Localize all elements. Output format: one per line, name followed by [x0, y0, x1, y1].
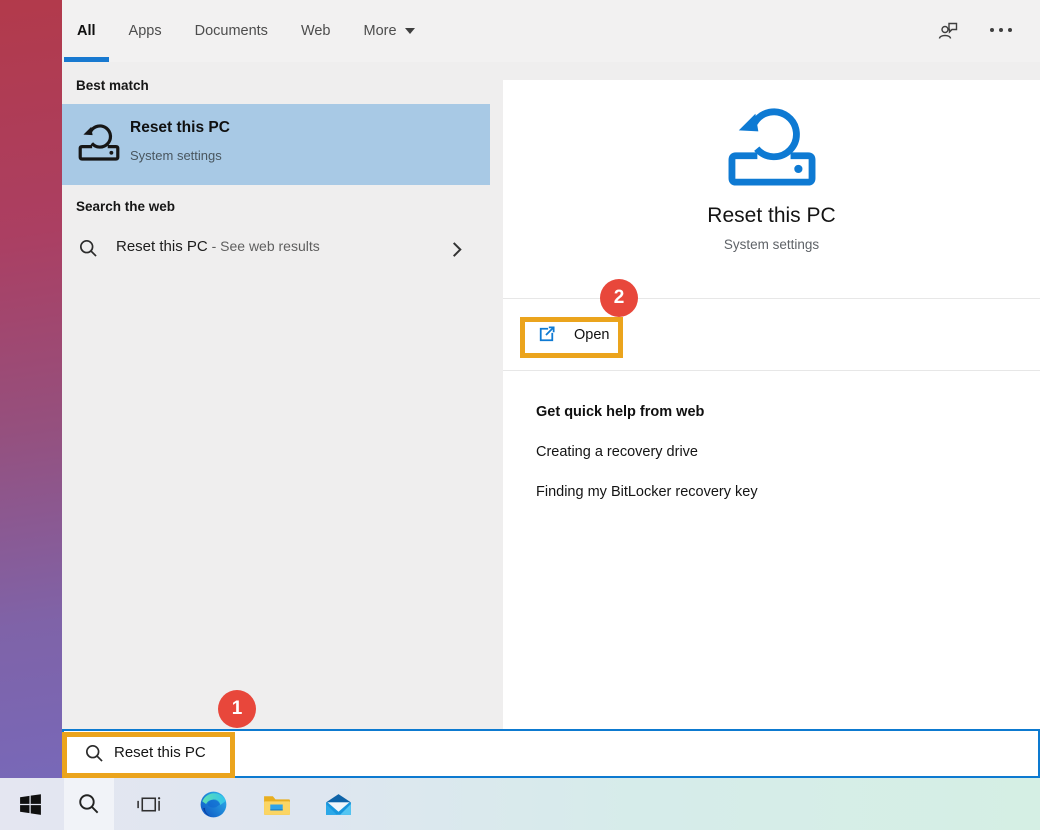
- task-view-icon: [135, 791, 162, 818]
- edge-browser-button[interactable]: [198, 778, 228, 830]
- web-search-result[interactable]: Reset this PC - See web results: [62, 225, 490, 273]
- mail-icon: [324, 792, 353, 817]
- tab-web[interactable]: Web: [301, 0, 331, 62]
- feedback-icon[interactable]: [936, 19, 960, 43]
- search-flyout: All Apps Documents Web More Best match R…: [62, 0, 1040, 778]
- windows-logo-icon: [18, 792, 43, 817]
- taskbar-search-input[interactable]: Reset this PC: [62, 729, 1040, 778]
- tab-apps-label: Apps: [129, 23, 162, 39]
- desktop-wallpaper-strip: [0, 0, 62, 778]
- best-match-header: Best match: [76, 78, 149, 93]
- web-result-query: Reset this PC: [116, 238, 208, 255]
- search-input-value: Reset this PC: [114, 744, 206, 761]
- preview-title: Reset this PC: [707, 204, 835, 228]
- search-the-web-header: Search the web: [76, 199, 175, 214]
- preview-panel: Reset this PC System settings Open Get q…: [503, 80, 1040, 729]
- tab-more[interactable]: More: [364, 0, 415, 62]
- tab-all-label: All: [77, 23, 96, 39]
- mail-button[interactable]: [322, 778, 354, 830]
- tab-list: All Apps Documents Web More: [77, 0, 415, 62]
- reset-pc-icon: [725, 104, 819, 188]
- chevron-down-icon: [405, 28, 415, 34]
- edge-browser-icon: [200, 791, 227, 818]
- tab-apps[interactable]: Apps: [129, 0, 162, 62]
- chevron-right-icon[interactable]: [446, 238, 468, 260]
- task-view-button[interactable]: [133, 778, 163, 830]
- tab-all[interactable]: All: [77, 0, 96, 62]
- help-link-recovery-drive[interactable]: Creating a recovery drive: [536, 444, 1040, 460]
- open-external-icon: [536, 324, 557, 345]
- search-icon: [77, 792, 101, 816]
- best-match-result-reset-this-pc[interactable]: Reset this PC System settings: [62, 104, 490, 185]
- tab-documents-label: Documents: [195, 23, 268, 39]
- reset-pc-icon: [77, 122, 121, 162]
- quick-help-header: Get quick help from web: [536, 404, 1040, 420]
- file-explorer-icon: [262, 792, 291, 817]
- search-icon: [78, 238, 99, 259]
- open-action-button[interactable]: Open: [503, 298, 1040, 371]
- result-subtitle: System settings: [130, 148, 222, 163]
- taskbar: [0, 778, 1040, 830]
- start-button[interactable]: [16, 778, 44, 830]
- taskbar-search-button[interactable]: [66, 778, 112, 830]
- search-icon: [84, 743, 105, 764]
- web-result-text: Reset this PC - See web results: [116, 238, 320, 255]
- result-title: Reset this PC: [130, 119, 230, 137]
- more-options-icon[interactable]: [990, 28, 1012, 32]
- search-filter-tabbar: All Apps Documents Web More: [62, 0, 1040, 62]
- windows-search-screen: All Apps Documents Web More Best match R…: [0, 0, 1040, 830]
- preview-subtitle: System settings: [724, 237, 819, 252]
- tab-more-label: More: [364, 23, 397, 39]
- tab-documents[interactable]: Documents: [195, 0, 268, 62]
- help-link-bitlocker-key[interactable]: Finding my BitLocker recovery key: [536, 484, 1040, 500]
- web-result-suffix: - See web results: [208, 238, 320, 254]
- file-explorer-button[interactable]: [260, 778, 292, 830]
- search-results-panel: Best match Reset this PC System settings…: [62, 62, 490, 729]
- preview-card: Reset this PC System settings: [503, 80, 1040, 298]
- open-action-label: Open: [574, 327, 609, 343]
- quick-help-section: Get quick help from web Creating a recov…: [503, 371, 1040, 500]
- tab-web-label: Web: [301, 23, 331, 39]
